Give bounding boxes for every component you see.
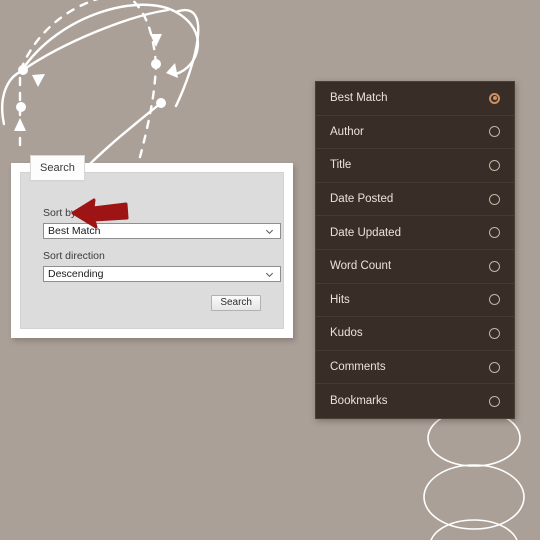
screen: Search Sort by Best Match Sort direction…: [0, 0, 540, 540]
list-item[interactable]: Word Count: [316, 250, 514, 284]
option-label: Comments: [330, 361, 386, 374]
option-label: Kudos: [330, 327, 363, 340]
option-label: Title: [330, 159, 352, 172]
search-tab[interactable]: Search: [30, 155, 85, 180]
sort-by-label: Sort by: [43, 207, 77, 219]
list-item[interactable]: Date Posted: [316, 183, 514, 217]
list-item[interactable]: Comments: [316, 351, 514, 385]
chevron-down-icon: [265, 229, 274, 234]
option-label: Author: [330, 125, 364, 138]
list-item[interactable]: Kudos: [316, 317, 514, 351]
decor-arrowhead-left: [32, 74, 45, 87]
radio-button[interactable]: [489, 294, 500, 306]
radio-button[interactable]: [489, 361, 500, 373]
list-item[interactable]: Date Updated: [316, 216, 514, 250]
radio-button[interactable]: [489, 327, 500, 339]
decor-dot-2: [16, 102, 26, 112]
chevron-down-icon: [265, 272, 274, 277]
radio-button[interactable]: [489, 395, 500, 407]
search-dialog: Search Sort by Best Match Sort direction…: [11, 155, 293, 338]
decor-curve-2: [174, 8, 200, 108]
option-label: Date Updated: [330, 226, 401, 239]
sort-direction-label: Sort direction: [43, 250, 105, 262]
decor-arrowhead-down: [150, 34, 162, 47]
search-tab-label: Search: [40, 162, 75, 174]
sort-by-select[interactable]: Best Match: [43, 223, 281, 239]
decor-dot-3: [151, 59, 161, 69]
sort-by-value: Best Match: [48, 225, 101, 237]
decor-dot-4: [156, 98, 166, 108]
search-submit-button[interactable]: Search: [211, 295, 261, 311]
decor-dashed-1: [18, 0, 99, 147]
radio-button-selected[interactable]: [489, 92, 500, 104]
decor-dot-1: [18, 65, 28, 75]
sort-by-dropdown-list[interactable]: Best Match Author Title Date Posted Date…: [315, 81, 515, 419]
radio-button[interactable]: [489, 193, 500, 205]
radio-button[interactable]: [489, 126, 500, 138]
sort-direction-select[interactable]: Descending: [43, 266, 281, 282]
decor-curve-4: [1, 70, 22, 126]
decor-ellipse-3: [430, 519, 518, 540]
option-label: Hits: [330, 293, 350, 306]
option-label: Best Match: [330, 92, 388, 105]
radio-button[interactable]: [489, 227, 500, 239]
decor-arrowhead-curve: [166, 63, 178, 78]
decor-dashed-2: [130, 0, 158, 66]
option-label: Bookmarks: [330, 395, 388, 408]
decor-ellipse-2: [423, 464, 525, 530]
decor-arrowhead-up: [14, 118, 26, 131]
radio-button[interactable]: [489, 260, 500, 272]
list-item[interactable]: Hits: [316, 284, 514, 318]
option-label: Date Posted: [330, 193, 394, 206]
list-item[interactable]: Best Match: [316, 82, 514, 116]
search-dialog-panel: Search Sort by Best Match Sort direction…: [20, 155, 284, 329]
sort-direction-value: Descending: [48, 268, 104, 280]
radio-button[interactable]: [489, 159, 500, 171]
list-item[interactable]: Author: [316, 116, 514, 150]
list-item[interactable]: Bookmarks: [316, 384, 514, 418]
decor-curve-1: [20, 3, 200, 76]
list-item[interactable]: Title: [316, 149, 514, 183]
option-label: Word Count: [330, 260, 392, 273]
search-submit-label: Search: [220, 297, 252, 308]
decor-curve-3: [21, 8, 170, 72]
